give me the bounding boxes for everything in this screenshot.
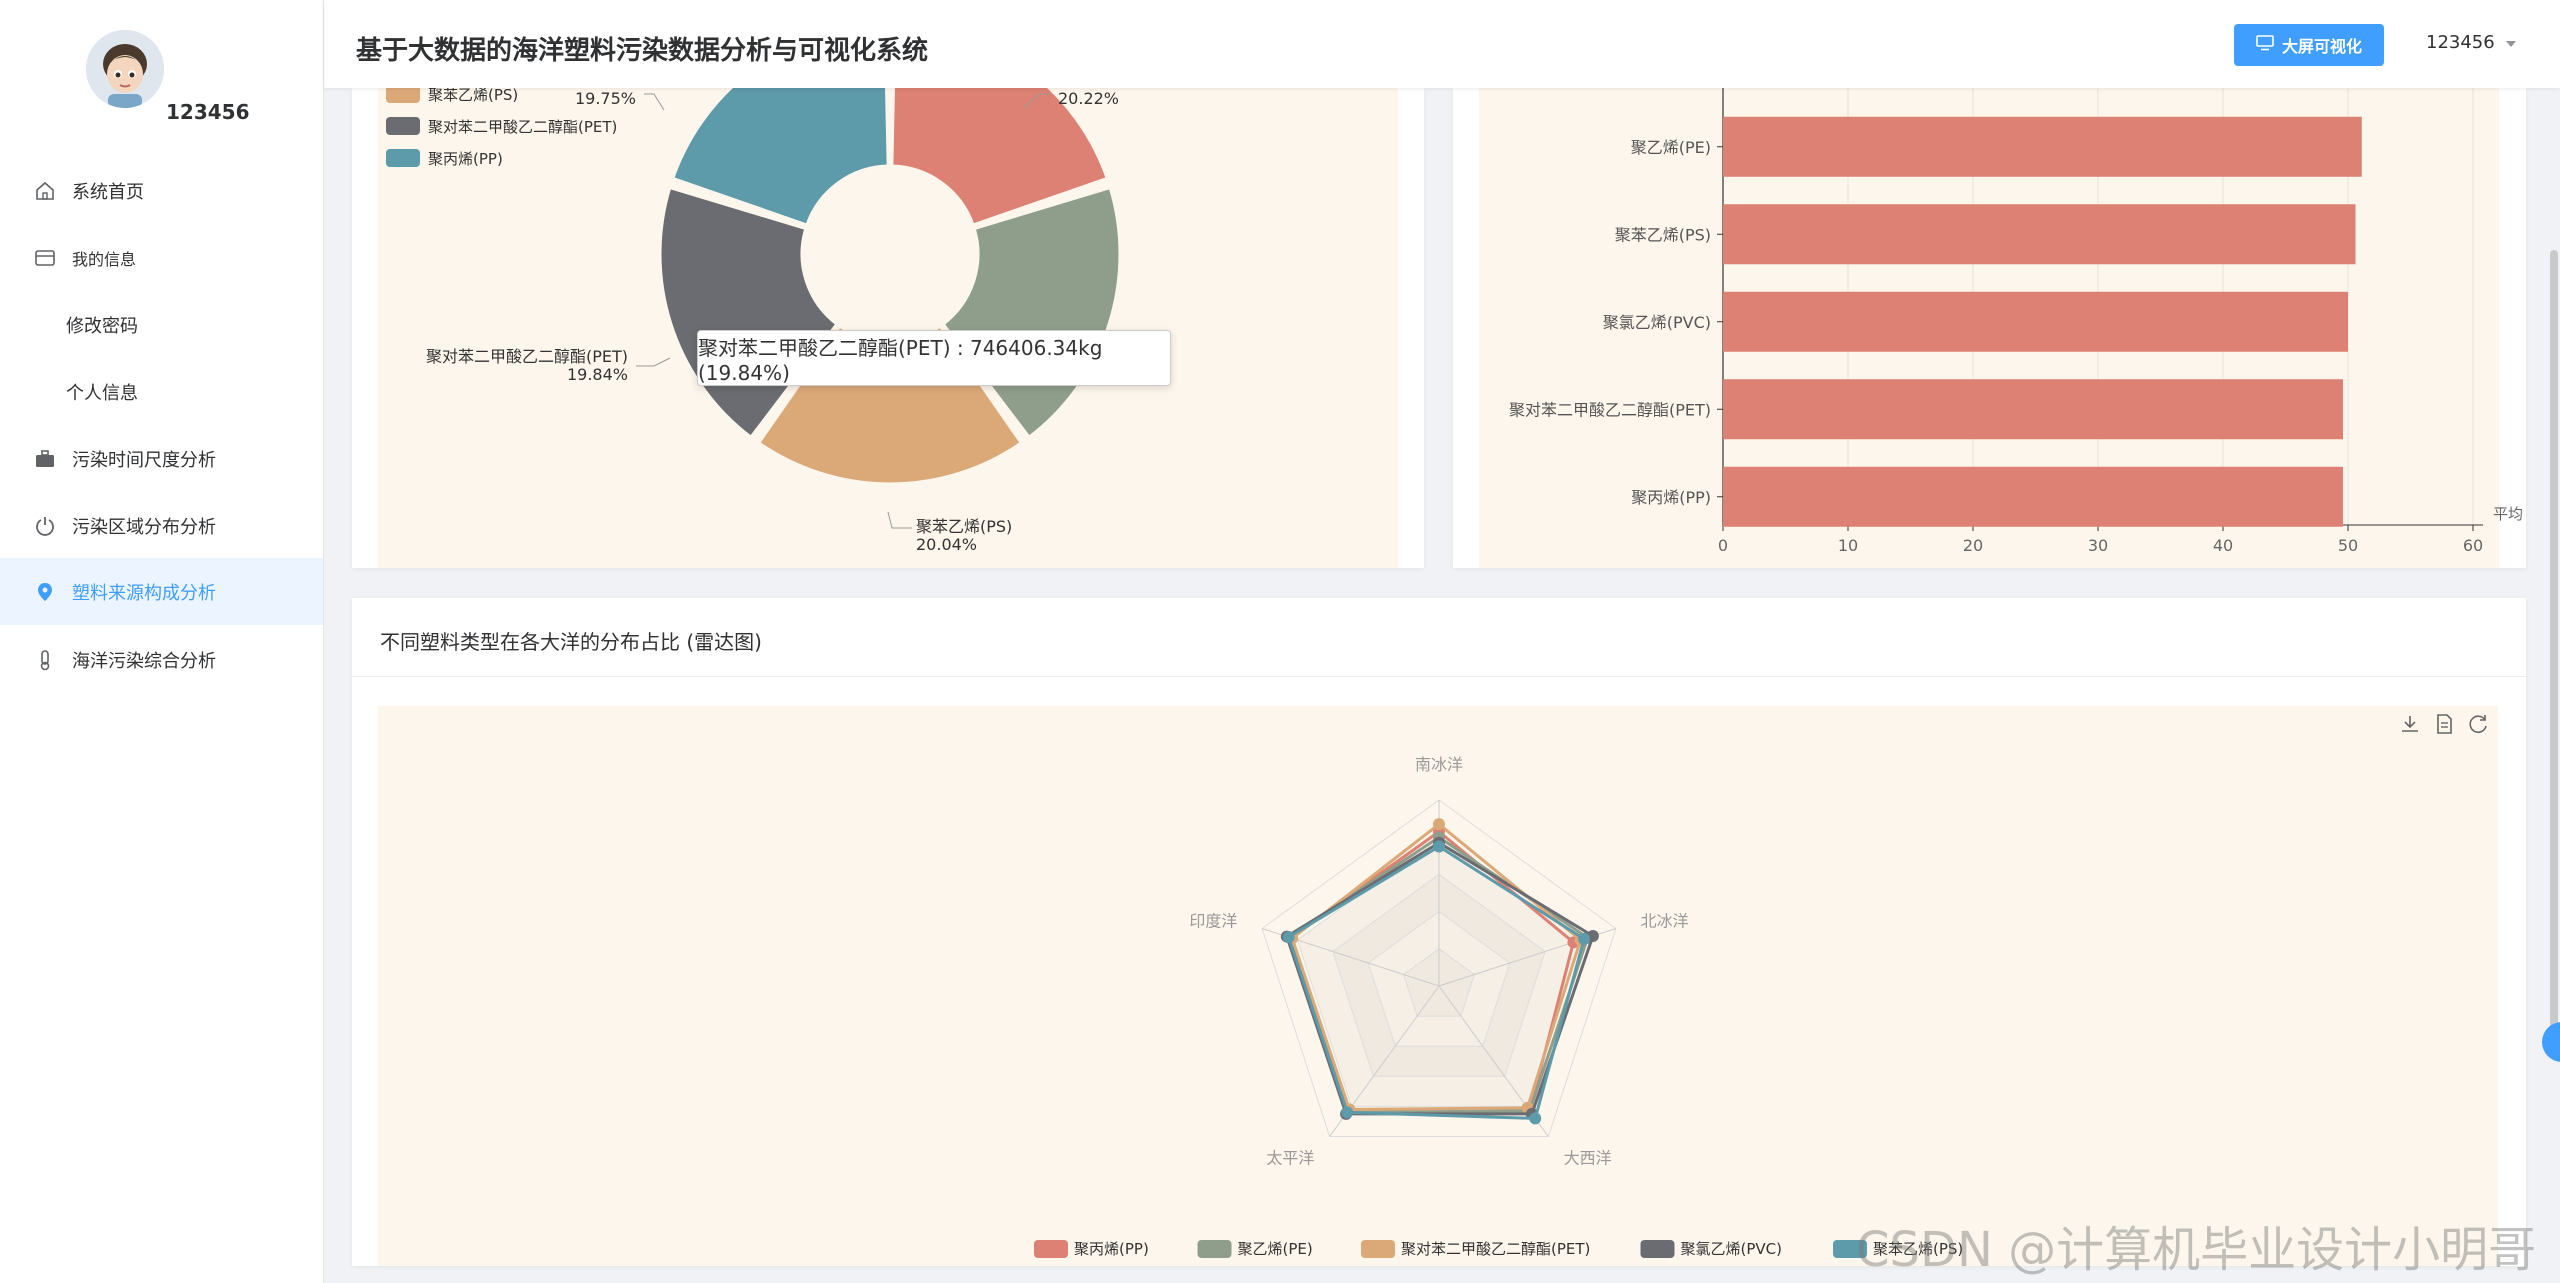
x-tick-label: 20	[1963, 536, 1983, 555]
legend-swatch	[386, 149, 420, 167]
legend-label: 聚丙烯(PP)	[428, 150, 503, 168]
radar-indicator-label: 大西洋	[1564, 1149, 1612, 1168]
y-tick-label: 聚氯乙烯(PVC)	[1603, 313, 1711, 332]
sidebar-item-change-password[interactable]: 修改密码	[0, 295, 323, 355]
radar-point	[1433, 840, 1445, 853]
legend-swatch	[1640, 1240, 1675, 1258]
radar-indicator-label: 印度洋	[1189, 911, 1237, 930]
pie-chart-card: 聚苯乙烯(PS) 聚对苯二甲酸乙二醇酯(PET) 聚丙烯(PP) 19.75% 20.2…	[352, 88, 1424, 568]
location-pin-icon	[33, 580, 57, 604]
leader-line	[887, 511, 912, 529]
legend-swatch	[1361, 1240, 1395, 1258]
legend-label: 聚丙烯(PP)	[1074, 1240, 1149, 1258]
radar-indicator-label: 太平洋	[1266, 1149, 1314, 1168]
radar-point	[1529, 1112, 1542, 1125]
avatar[interactable]	[86, 30, 164, 108]
thermometer-icon	[33, 648, 57, 672]
avatar-image	[86, 30, 164, 108]
sidebar-item-time-scale[interactable]: 污染时间尺度分析	[0, 429, 323, 489]
radar-point	[1341, 1106, 1354, 1119]
legend-swatch	[386, 88, 420, 103]
radar-indicator-label: 南冰洋	[1415, 755, 1463, 774]
radar-indicator-label: 北冰洋	[1641, 911, 1689, 930]
leader-line	[644, 93, 665, 111]
bar	[1723, 379, 2343, 440]
y-tick-label: 聚丙烯(PP)	[1631, 488, 1711, 507]
legend-swatch	[1034, 1240, 1068, 1258]
app-title: 基于大数据的海洋塑料污染数据分析与可视化系统	[356, 36, 929, 66]
pie-label-percent: 20.04%	[916, 535, 977, 554]
bar	[1723, 291, 2348, 352]
sidebar-item-home[interactable]: 系统首页	[0, 161, 323, 221]
bar	[1723, 116, 2362, 177]
legend-label: 聚氯乙烯(PVC)	[1681, 1240, 1783, 1258]
bar-chart-card: 0 10 20 30 40 50 60 平均 聚乙烯(PE) 聚苯乙烯(PS) 聚氯乙烯(PVC) 聚…	[1453, 88, 2526, 568]
sidebar-item-region[interactable]: 污染区域分布分析	[0, 496, 323, 556]
header-username: 123456	[2426, 32, 2495, 53]
legend-label: 聚苯乙烯(PS)	[428, 88, 518, 104]
x-axis-label: 平均	[2493, 505, 2523, 523]
top-header: 基于大数据的海洋塑料污染数据分析与可视化系统 大屏可视化 123456	[324, 0, 2560, 88]
radar-point	[1282, 931, 1295, 944]
sidebar-item-source[interactable]: 塑料来源构成分析	[0, 558, 323, 625]
sidebar-item-my-info[interactable]: 我的信息	[0, 228, 323, 288]
pie-chart: 聚苯乙烯(PS) 聚对苯二甲酸乙二醇酯(PET) 聚丙烯(PP) 19.75% 20.2…	[386, 88, 1164, 554]
pie-label-name: 聚苯乙烯(PS)	[916, 517, 1012, 536]
x-tick-label: 50	[2338, 536, 2358, 555]
sidebar-item-personal-info[interactable]: 个人信息	[0, 362, 323, 422]
bar	[1723, 204, 2356, 265]
sidebar-item-comprehensive[interactable]: 海洋污染综合分析	[0, 630, 323, 690]
x-tick-label: 60	[2463, 536, 2483, 555]
sidebar-username: 123456	[166, 100, 250, 124]
user-dropdown[interactable]: 123456	[2426, 32, 2517, 53]
x-tick-label: 30	[2088, 536, 2108, 555]
sidebar-item-label: 个人信息	[66, 383, 138, 404]
sidebar-item-label: 海洋污染综合分析	[72, 651, 216, 672]
pie-label-percent: 20.22%	[1058, 89, 1119, 108]
sidebar-item-label: 我的信息	[72, 250, 137, 269]
leader-line	[636, 357, 671, 367]
briefcase-icon	[33, 447, 57, 471]
monitor-icon	[2256, 35, 2274, 55]
legend-swatch	[1197, 1240, 1232, 1258]
scrollbar[interactable]	[2550, 250, 2558, 1050]
radar-point	[1433, 818, 1445, 831]
y-tick-label: 聚对苯二甲酸乙二醇酯(PET)	[1509, 400, 1711, 419]
pie-label-percent: 19.84%	[567, 365, 628, 384]
x-tick-label: 10	[1838, 536, 1858, 555]
home-icon	[33, 179, 57, 203]
legend-label: 聚乙烯(PE)	[1238, 1240, 1313, 1258]
profile-card-icon	[33, 246, 57, 270]
sidebar-item-label: 修改密码	[66, 316, 138, 337]
x-tick-label: 40	[2213, 536, 2233, 555]
bar	[1723, 466, 2343, 527]
x-tick-label: 0	[1718, 536, 1728, 555]
bar-chart: 0 10 20 30 40 50 60 平均 聚乙烯(PE) 聚苯乙烯(PS) 聚氯乙烯(PVC) 聚…	[1509, 88, 2523, 555]
sidebar: 123456 系统首页 我的信息 修改密码 个人信息 污染时间尺度分析 污染区域…	[0, 0, 324, 1283]
sidebar-item-label: 污染时间尺度分析	[72, 450, 216, 471]
legend-label: 聚对苯二甲酸乙二醇酯(PET)	[428, 118, 617, 136]
watermark: CSDN @计算机毕业设计小明哥	[1856, 1222, 2537, 1278]
pie-label-name: 聚对苯二甲酸乙二醇酯(PET)	[426, 347, 628, 366]
caret-down-icon	[2505, 32, 2517, 53]
bigscreen-button[interactable]: 大屏可视化	[2234, 24, 2384, 66]
y-tick-label: 聚苯乙烯(PS)	[1615, 225, 1711, 244]
radar-chart: 南冰洋北冰洋大西洋 太平洋 印度洋聚丙烯(PP) 聚乙烯(PE) 聚对苯二甲酸乙二醇酯(…	[1034, 755, 1963, 1258]
chart-tooltip: 聚对苯二甲酸乙二醇酯(PET) : 746406.34kg (19.84%)	[697, 330, 1171, 386]
legend-swatch	[386, 117, 420, 135]
legend-label: 聚对苯二甲酸乙二醇酯(PET)	[1401, 1240, 1590, 1258]
sidebar-item-label: 污染区域分布分析	[72, 517, 216, 538]
y-tick-label: 聚乙烯(PE)	[1631, 138, 1711, 157]
sidebar-item-label: 塑料来源构成分析	[72, 582, 216, 604]
side-panel-handle[interactable]	[2542, 1022, 2560, 1062]
power-icon	[33, 514, 57, 538]
pie-label-percent: 19.75%	[575, 89, 636, 108]
sidebar-item-label: 系统首页	[72, 182, 144, 203]
bigscreen-label: 大屏可视化	[2281, 37, 2362, 56]
radar-point	[1578, 932, 1591, 945]
radar-chart-card: 不同塑料类型在各大洋的分布占比 (雷达图) 南冰洋 北冰洋 大西洋 太平洋 印度洋 聚丙烯…	[352, 598, 2526, 1266]
